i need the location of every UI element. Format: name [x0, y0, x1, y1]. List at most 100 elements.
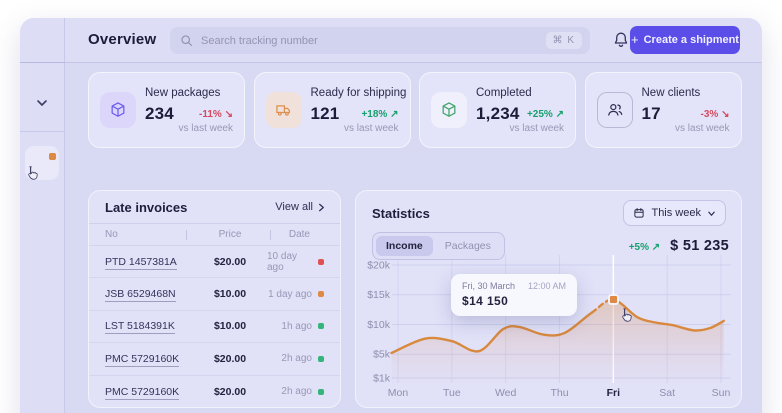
trend-up-icon: ↗	[556, 109, 564, 120]
svg-text:Wed: Wed	[495, 387, 517, 399]
column-price: Price	[193, 229, 267, 240]
invoice-row[interactable]: PMC 5729160K $20.00 2h ago	[89, 343, 340, 375]
app-window: Overview Search tracking number ⌘ K + Cr…	[20, 18, 762, 413]
users-icon	[597, 92, 633, 128]
chart-tooltip: Fri, 30 March 12:00 AM $14 150	[451, 274, 577, 316]
chart-tab-group: Income Packages	[372, 232, 505, 260]
svg-text:$5k: $5k	[373, 349, 391, 361]
column-no: No	[105, 229, 193, 240]
invoice-row[interactable]: PMC 5729160K $20.00 2h ago	[89, 376, 340, 408]
tab-income[interactable]: Income	[376, 236, 433, 256]
stat-card-new-packages[interactable]: New packages 234 -11% ↘ vs last week	[88, 72, 245, 148]
keyboard-shortcut-badge: ⌘ K	[546, 32, 582, 49]
late-invoices-panel: Late invoices View all No Price Date PTD…	[88, 190, 341, 408]
invoice-price: $10.00	[193, 288, 267, 300]
plus-icon: +	[631, 32, 639, 47]
trend-up-icon: ↗	[390, 109, 398, 120]
main-content: New packages 234 -11% ↘ vs last week Rea…	[65, 63, 762, 413]
stat-label: New clients	[642, 87, 701, 99]
svg-text:Tue: Tue	[443, 387, 461, 399]
invoice-row[interactable]: JSB 6529468N $10.00 1 day ago	[89, 278, 340, 310]
calendar-icon	[633, 207, 645, 219]
statistics-panel: $20k$15k$10k$5k$1kMonTueWedThuFriSatSun …	[355, 190, 742, 408]
search-input[interactable]: Search tracking number ⌘ K	[170, 27, 590, 54]
invoice-price: $20.00	[193, 386, 267, 398]
view-all-label: View all	[275, 201, 313, 213]
invoice-price: $20.00	[193, 353, 267, 365]
stat-note: vs last week	[344, 123, 398, 134]
notifications-bell-icon[interactable]	[611, 30, 631, 50]
status-dot	[318, 389, 324, 395]
notification-dot	[49, 153, 56, 160]
svg-text:Sun: Sun	[712, 387, 731, 399]
svg-text:Thu: Thu	[550, 387, 568, 399]
period-select[interactable]: This week	[623, 200, 726, 226]
sidebar-divider	[20, 131, 64, 132]
svg-text:Mon: Mon	[388, 387, 409, 399]
status-dot	[318, 323, 324, 329]
trend-down-icon: ↘	[225, 109, 233, 120]
invoice-date: 10 day ago	[267, 251, 324, 273]
invoice-number-link[interactable]: PMC 5729160K	[105, 353, 193, 365]
stat-value: 1,234	[476, 104, 520, 124]
svg-text:Sat: Sat	[659, 387, 675, 399]
invoice-number-link[interactable]: PMC 5729160K	[105, 386, 193, 398]
create-shipment-button[interactable]: + Create a shipment	[630, 26, 740, 54]
stat-card-new-clients[interactable]: New clients 17 -3% ↘ vs last week	[585, 72, 742, 148]
stat-change: -3% ↘	[701, 109, 730, 120]
invoice-price: $10.00	[193, 320, 267, 332]
view-all-link[interactable]: View all	[275, 201, 326, 213]
stat-note: vs last week	[510, 123, 564, 134]
status-dot	[318, 259, 324, 265]
status-dot	[318, 291, 324, 297]
stat-label: Ready for shipping	[311, 87, 407, 99]
chevron-down-icon	[707, 209, 716, 218]
stat-card-completed[interactable]: Completed 1,234 +25% ↗ vs last week	[419, 72, 576, 148]
chevron-right-icon	[317, 203, 326, 212]
tab-packages[interactable]: Packages	[435, 236, 501, 256]
invoice-date: 2h ago	[267, 353, 324, 364]
stat-note: vs last week	[179, 123, 233, 134]
stat-note: vs last week	[675, 123, 729, 134]
svg-text:$15k: $15k	[367, 289, 391, 301]
tooltip-time: 12:00 AM	[528, 281, 566, 291]
column-date: Date	[267, 229, 324, 240]
invoice-date: 2h ago	[267, 386, 324, 397]
chart-data-point-marker[interactable]	[608, 294, 619, 305]
invoice-number-link[interactable]: LST 5184391K	[105, 320, 193, 332]
status-dot	[318, 356, 324, 362]
screen: Overview Search tracking number ⌘ K + Cr…	[0, 0, 782, 413]
stat-label: New packages	[145, 87, 220, 99]
sidebar-nav-item[interactable]	[25, 146, 59, 180]
topbar: Overview Search tracking number ⌘ K + Cr…	[65, 18, 762, 62]
create-shipment-label: Create a shipment	[644, 34, 739, 46]
period-value: This week	[651, 207, 701, 219]
invoice-row[interactable]: LST 5184391K $10.00 1h ago	[89, 311, 340, 343]
trend-up-icon: ↗	[652, 242, 660, 253]
package-icon	[100, 92, 136, 128]
sidebar-collapse-chevron-down-icon[interactable]	[34, 95, 50, 111]
column-separator	[186, 230, 187, 240]
stat-value: 17	[642, 104, 661, 124]
stat-card-ready-for-shipping[interactable]: Ready for shipping 121 +18% ↗ vs last we…	[254, 72, 411, 148]
invoice-number-link[interactable]: JSB 6529468N	[105, 288, 193, 300]
late-invoices-title: Late invoices	[105, 200, 187, 215]
tooltip-value: $14 150	[462, 294, 566, 308]
total-change: +5% ↗	[629, 242, 660, 253]
invoice-number-link[interactable]: PTD 1457381A	[105, 256, 193, 268]
invoice-date: 1 day ago	[267, 289, 324, 300]
column-separator	[270, 230, 271, 240]
total-income: $ 51 235	[670, 238, 729, 254]
svg-text:Fri: Fri	[607, 387, 621, 399]
package-check-icon	[431, 92, 467, 128]
stat-change: +25% ↗	[527, 109, 564, 120]
svg-text:$1k: $1k	[373, 373, 391, 385]
invoice-date: 1h ago	[267, 321, 324, 332]
invoice-row[interactable]: PTD 1457381A $20.00 10 day ago	[89, 246, 340, 278]
tooltip-date: Fri, 30 March	[462, 281, 515, 291]
page-title: Overview	[88, 18, 156, 62]
statistics-title: Statistics	[372, 206, 430, 221]
truck-icon	[266, 92, 302, 128]
invoice-price: $20.00	[193, 256, 267, 268]
stat-change: -11% ↘	[199, 109, 233, 120]
